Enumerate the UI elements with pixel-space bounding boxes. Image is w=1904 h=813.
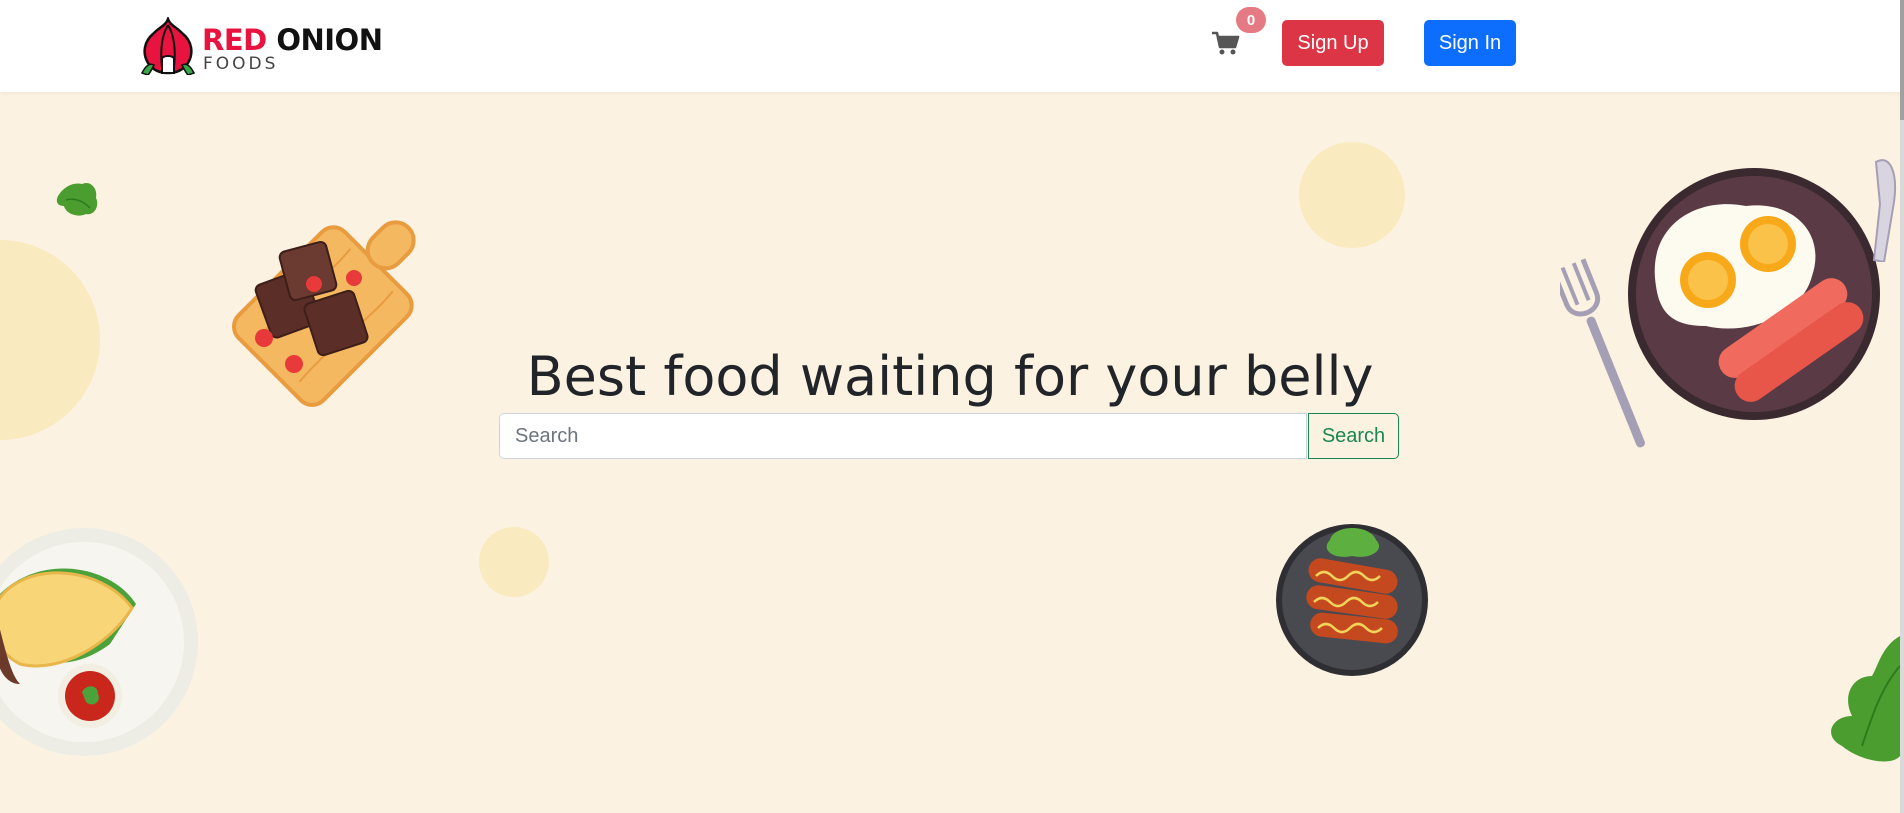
search-bar: Search	[499, 413, 1401, 461]
lettuce-leaf-icon	[56, 182, 98, 216]
search-input[interactable]	[499, 413, 1307, 459]
brand-logo[interactable]: RED ONION FOODS	[140, 17, 383, 77]
onion-logo-icon	[140, 17, 196, 75]
scrollbar-track[interactable]	[1900, 0, 1904, 813]
taco-plate-image	[0, 528, 198, 756]
hero-headline: Best food waiting for your belly	[526, 345, 1374, 408]
scrollbar-thumb[interactable]	[1900, 0, 1904, 120]
sign-up-button[interactable]: Sign Up	[1282, 20, 1384, 66]
sausage-plate-image	[1276, 524, 1428, 676]
search-button[interactable]: Search	[1308, 413, 1399, 459]
sign-in-button[interactable]: Sign In	[1424, 20, 1516, 66]
lettuce-image	[1831, 636, 1900, 762]
cart-icon[interactable]	[1210, 28, 1240, 58]
hero-section: Best food waiting for your belly Search	[0, 92, 1900, 813]
brand-tagline: FOODS	[203, 54, 279, 74]
knife-icon	[1872, 159, 1896, 262]
brand-name-red: RED	[202, 23, 267, 57]
brand-name-dark: ONION	[276, 23, 383, 57]
cart-count-badge: 0	[1236, 7, 1266, 33]
brand-name: RED ONION	[202, 23, 383, 57]
navbar: RED ONION FOODS 0 Sign Up Sign In	[0, 0, 1904, 92]
